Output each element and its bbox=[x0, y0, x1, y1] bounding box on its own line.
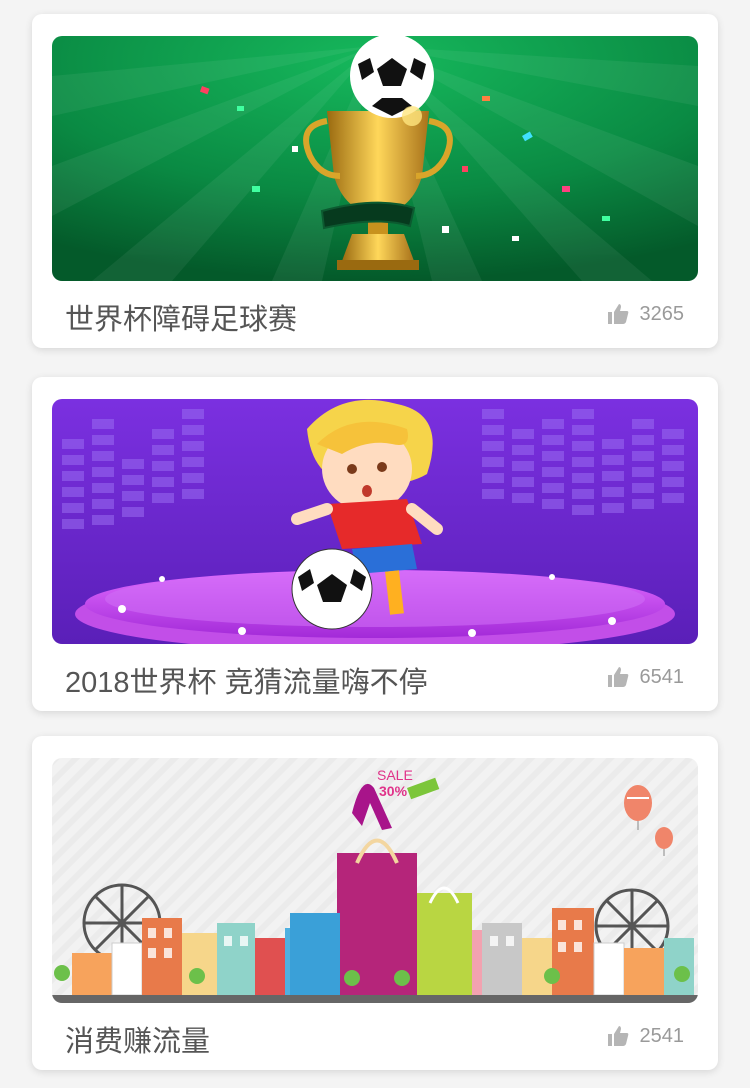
shopping-city-banner[interactable]: SALE 30% bbox=[52, 758, 698, 1003]
thumbs-up-icon bbox=[607, 1026, 628, 1046]
like-counter[interactable]: 2541 bbox=[606, 1024, 685, 1048]
card-title[interactable]: 世界杯障碍足球赛 bbox=[65, 296, 297, 338]
feed-card[interactable]: 世界杯障碍足球赛 3265 bbox=[32, 14, 718, 348]
like-count: 3265 bbox=[639, 302, 685, 325]
trophy-soccer-banner[interactable] bbox=[52, 36, 698, 281]
feed-card[interactable]: 2018世界杯 竞猜流量嗨不停 6541 bbox=[32, 377, 718, 711]
like-count: 2541 bbox=[639, 1024, 685, 1047]
sale-tag-text: SALE bbox=[377, 767, 413, 783]
like-counter[interactable]: 3265 bbox=[606, 302, 685, 326]
thumbs-up-icon bbox=[607, 304, 628, 324]
trophy-banner-image bbox=[52, 36, 698, 281]
kid-soccer-banner-image bbox=[52, 399, 698, 644]
like-count: 6541 bbox=[639, 665, 685, 688]
card-title[interactable]: 2018世界杯 竞猜流量嗨不停 bbox=[65, 659, 428, 701]
shopping-city-banner-image: SALE 30% bbox=[52, 758, 698, 1003]
thumbs-up-icon bbox=[607, 667, 628, 687]
card-title[interactable]: 消费赚流量 bbox=[65, 1018, 210, 1060]
feed-card[interactable]: SALE 30% 消费赚流量 2541 bbox=[32, 736, 718, 1070]
sale-percent-text: 30% bbox=[379, 783, 408, 799]
kid-soccer-banner[interactable] bbox=[52, 399, 698, 644]
like-counter[interactable]: 6541 bbox=[606, 665, 685, 689]
